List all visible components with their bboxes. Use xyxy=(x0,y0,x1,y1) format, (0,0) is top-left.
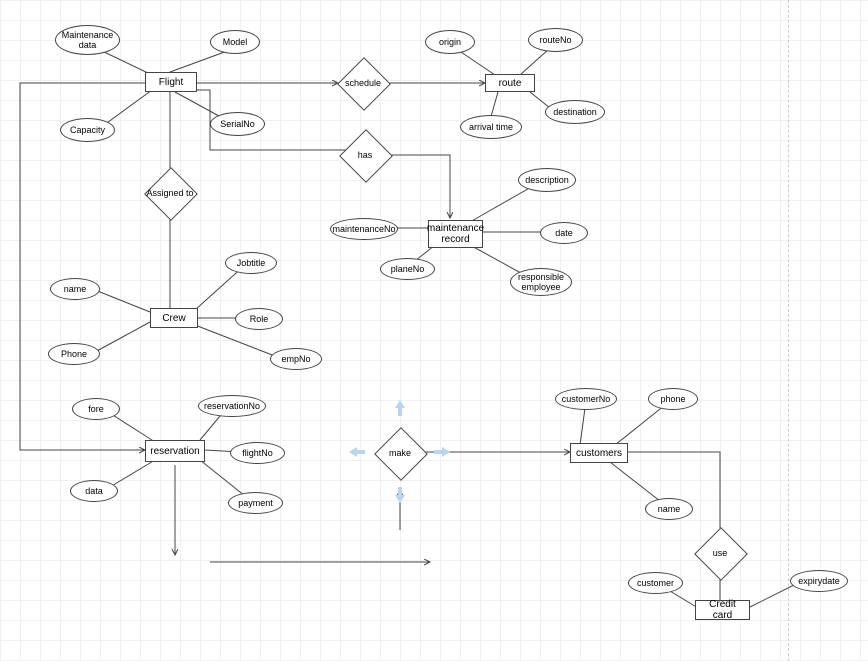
attr-label: Maintenance data xyxy=(58,30,117,50)
attr-destination[interactable]: destination xyxy=(545,100,605,124)
attr-label: Capacity xyxy=(70,125,105,135)
attr-label: destination xyxy=(553,107,597,117)
attr-origin[interactable]: origin xyxy=(425,30,475,54)
attr-routeno[interactable]: routeNo xyxy=(528,28,583,52)
attr-label: routeNo xyxy=(539,35,571,45)
attr-label: expirydate xyxy=(798,576,840,586)
handle-arrow-right-icon[interactable] xyxy=(432,442,452,462)
relationship-use[interactable]: use xyxy=(695,528,745,578)
entity-label: reservation xyxy=(150,446,199,457)
attr-label: maintenanceNo xyxy=(332,224,395,234)
relationship-label: use xyxy=(713,548,728,558)
attr-role[interactable]: Role xyxy=(235,308,283,330)
entity-label: Flight xyxy=(159,77,183,88)
attr-payment[interactable]: payment xyxy=(228,492,283,514)
attr-reservationno[interactable]: reservationNo xyxy=(198,395,266,417)
relationship-schedule[interactable]: schedule xyxy=(338,58,388,108)
attr-name-cust[interactable]: name xyxy=(645,498,693,520)
attr-maintenanceno[interactable]: maintenanceNo xyxy=(330,218,398,240)
handle-arrow-up-icon[interactable] xyxy=(390,398,410,418)
page-divider xyxy=(788,0,789,661)
relationship-label: has xyxy=(358,150,373,160)
entity-crew[interactable]: Crew xyxy=(150,308,198,328)
attr-label: Role xyxy=(250,314,269,324)
entity-label: route xyxy=(499,78,522,89)
attr-arrival-time[interactable]: arrival time xyxy=(460,115,522,139)
relationship-assigned-to[interactable]: Assigned to xyxy=(145,168,195,218)
entity-flight[interactable]: Flight xyxy=(145,72,197,92)
entity-reservation[interactable]: reservation xyxy=(145,440,205,462)
attr-serialno[interactable]: SerialNo xyxy=(210,112,265,136)
attr-label: empNo xyxy=(281,354,310,364)
entity-label: maintenance record xyxy=(427,223,484,245)
attr-flightno[interactable]: flightNo xyxy=(230,442,285,464)
attr-jobtitle[interactable]: Jobtitle xyxy=(225,252,277,274)
relationship-label: schedule xyxy=(345,78,381,88)
entity-label: Crew xyxy=(162,313,185,324)
attr-phone-crew[interactable]: Phone xyxy=(48,343,100,365)
attr-label: Model xyxy=(223,37,248,47)
entity-label: customers xyxy=(576,448,622,459)
attr-label: description xyxy=(525,175,569,185)
attr-label: payment xyxy=(238,498,273,508)
attr-label: arrival time xyxy=(469,122,513,132)
attr-label: customerNo xyxy=(562,394,611,404)
attr-planeno[interactable]: planeNo xyxy=(380,258,435,280)
attr-fore[interactable]: fore xyxy=(72,398,120,420)
entity-credit-card[interactable]: Credit card xyxy=(695,600,750,620)
attr-label: Jobtitle xyxy=(237,258,266,268)
attr-data[interactable]: data xyxy=(70,480,118,502)
attr-date[interactable]: date xyxy=(540,222,588,244)
attr-empno[interactable]: empNo xyxy=(270,348,322,370)
attr-label: reservationNo xyxy=(204,401,260,411)
attr-customer-cc[interactable]: customer xyxy=(628,572,683,594)
attr-label: name xyxy=(64,284,87,294)
attr-customerno[interactable]: customerNo xyxy=(555,388,617,410)
attr-name-crew[interactable]: name xyxy=(50,278,100,300)
entity-label: Credit card xyxy=(700,599,745,621)
relationship-label: make xyxy=(389,448,411,458)
relationship-make[interactable]: make xyxy=(375,428,425,478)
attr-label: origin xyxy=(439,37,461,47)
attr-label: SerialNo xyxy=(220,119,255,129)
attr-label: Phone xyxy=(61,349,87,359)
handle-arrow-down-icon[interactable] xyxy=(390,485,410,505)
attr-responsible-employee[interactable]: responsible employee xyxy=(510,268,572,296)
entity-customers[interactable]: customers xyxy=(570,443,628,463)
attr-label: flightNo xyxy=(242,448,273,458)
attr-label: date xyxy=(555,228,573,238)
attr-description[interactable]: description xyxy=(518,168,576,192)
attr-maintenance-data[interactable]: Maintenance data xyxy=(55,25,120,55)
attr-label: phone xyxy=(660,394,685,404)
attr-label: planeNo xyxy=(391,264,425,274)
attr-label: responsible employee xyxy=(513,272,569,292)
attr-label: data xyxy=(85,486,103,496)
attr-label: name xyxy=(658,504,681,514)
attr-expirydate[interactable]: expirydate xyxy=(790,570,848,592)
handle-arrow-left-icon[interactable] xyxy=(347,442,367,462)
attr-label: customer xyxy=(637,578,674,588)
attr-label: fore xyxy=(88,404,104,414)
entity-maintenance-record[interactable]: maintenance record xyxy=(428,220,483,248)
attr-phone-cust[interactable]: phone xyxy=(648,388,698,410)
entity-route[interactable]: route xyxy=(485,74,535,92)
relationship-has[interactable]: has xyxy=(340,130,390,180)
attr-model[interactable]: Model xyxy=(210,30,260,54)
attr-capacity[interactable]: Capacity xyxy=(60,118,115,142)
relationship-label: Assigned to xyxy=(146,188,193,198)
